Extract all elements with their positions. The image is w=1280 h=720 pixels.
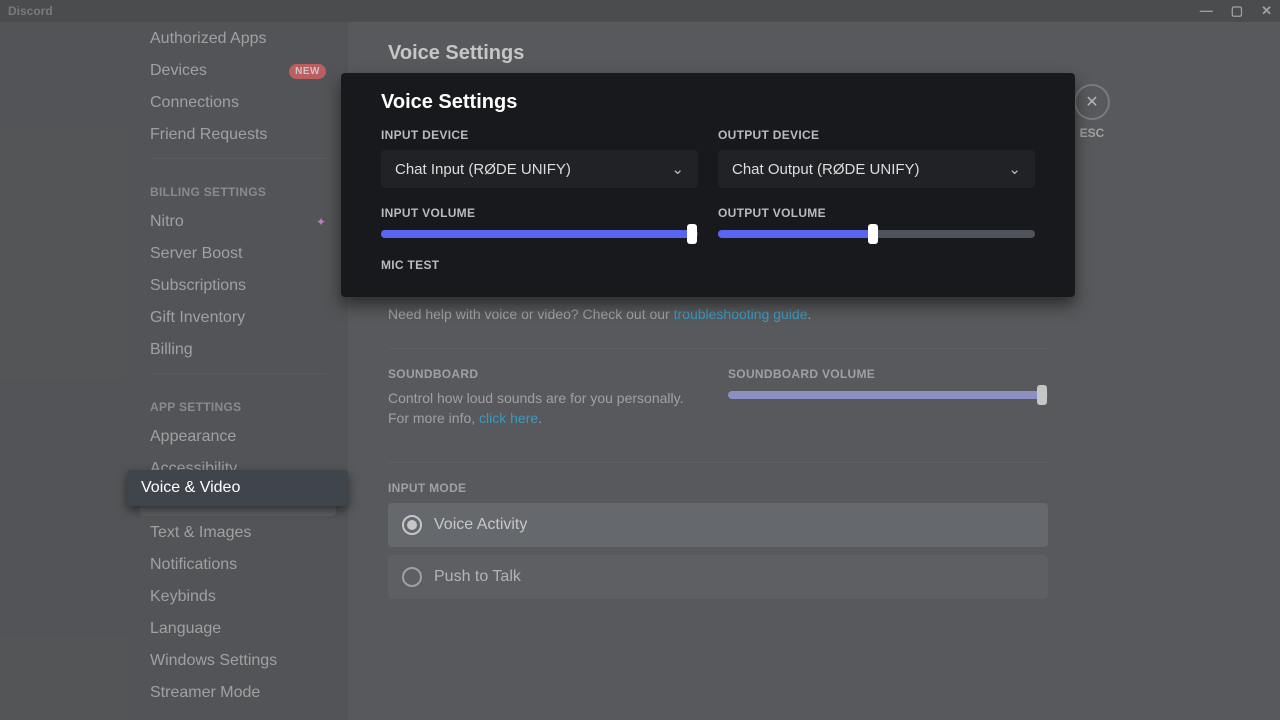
close-icon[interactable]: ✕ [1074,84,1110,120]
input-device-label: INPUT DEVICE [381,128,698,142]
troubleshoot-text: Need help with voice or video? Check out… [388,305,1048,325]
nitro-icon: ✦ [316,215,326,229]
mic-test-label: MIC TEST [381,258,1035,272]
sidebar-item-streamer-mode[interactable]: Streamer Mode [140,678,336,708]
input-volume-slider[interactable] [381,230,698,238]
voice-settings-highlight: Voice Settings INPUT DEVICE Chat Input (… [341,73,1075,297]
radio-voice-activity[interactable]: Voice Activity [388,503,1048,547]
soundboard-volume-label: SOUNDBOARD VOLUME [728,367,1048,381]
page-title: Voice Settings [388,42,1048,65]
sidebar-item-notifications[interactable]: Notifications [140,550,336,580]
sidebar-item-server-boost[interactable]: Server Boost [140,239,336,269]
settings-sidebar: Authorized Apps DevicesNEW Connections F… [0,22,348,720]
sidebar-item-authorized-apps[interactable]: Authorized Apps [140,24,336,54]
sidebar-header-billing: BILLING SETTINGS [140,167,336,205]
sidebar-item-text-images[interactable]: Text & Images [140,518,336,548]
soundboard-desc: Control how loud sounds are for you pers… [388,389,708,428]
page-title: Voice Settings [381,91,1035,114]
close-settings[interactable]: ✕ ESC [1074,84,1110,140]
sidebar-item-connections[interactable]: Connections [140,88,336,118]
output-device-select[interactable]: Chat Output (RØDE UNIFY) ⌄ [718,150,1035,188]
sidebar-header-app: APP SETTINGS [140,382,336,420]
chevron-down-icon: ⌄ [1008,160,1021,178]
chevron-down-icon: ⌄ [671,160,684,178]
soundboard-link[interactable]: click here [479,410,538,426]
input-mode-label: INPUT MODE [388,481,1048,495]
radio-icon [402,567,422,587]
soundboard-label: SOUNDBOARD [388,367,708,381]
sidebar-item-windows-settings[interactable]: Windows Settings [140,646,336,676]
sidebar-item-devices[interactable]: DevicesNEW [140,56,336,86]
output-volume-slider[interactable] [718,230,1035,238]
sidebar-item-nitro[interactable]: Nitro✦ [140,207,336,237]
window-maximize-icon[interactable]: ▢ [1231,3,1243,19]
input-volume-label: INPUT VOLUME [381,206,698,220]
sidebar-item-gift-inventory[interactable]: Gift Inventory [140,303,336,333]
window-minimize-icon[interactable]: — [1200,3,1213,19]
radio-push-to-talk[interactable]: Push to Talk [388,555,1048,599]
soundboard-volume-slider[interactable] [728,391,1048,399]
sidebar-item-subscriptions[interactable]: Subscriptions [140,271,336,301]
app-name: Discord [8,4,53,18]
radio-icon [402,515,422,535]
sidebar-item-keybinds[interactable]: Keybinds [140,582,336,612]
sidebar-item-language[interactable]: Language [140,614,336,644]
output-volume-label: OUTPUT VOLUME [718,206,1035,220]
input-device-select[interactable]: Chat Input (RØDE UNIFY) ⌄ [381,150,698,188]
titlebar: Discord — ▢ ✕ [0,0,1280,22]
sidebar-item-appearance[interactable]: Appearance [140,422,336,452]
troubleshooting-link[interactable]: troubleshooting guide [674,306,808,322]
output-device-label: OUTPUT DEVICE [718,128,1035,142]
sidebar-item-voice-video-highlight[interactable]: Voice & Video [127,470,348,506]
new-badge: NEW [289,64,326,79]
sidebar-item-friend-requests[interactable]: Friend Requests [140,120,336,150]
window-close-icon[interactable]: ✕ [1261,3,1272,19]
sidebar-item-billing[interactable]: Billing [140,335,336,365]
